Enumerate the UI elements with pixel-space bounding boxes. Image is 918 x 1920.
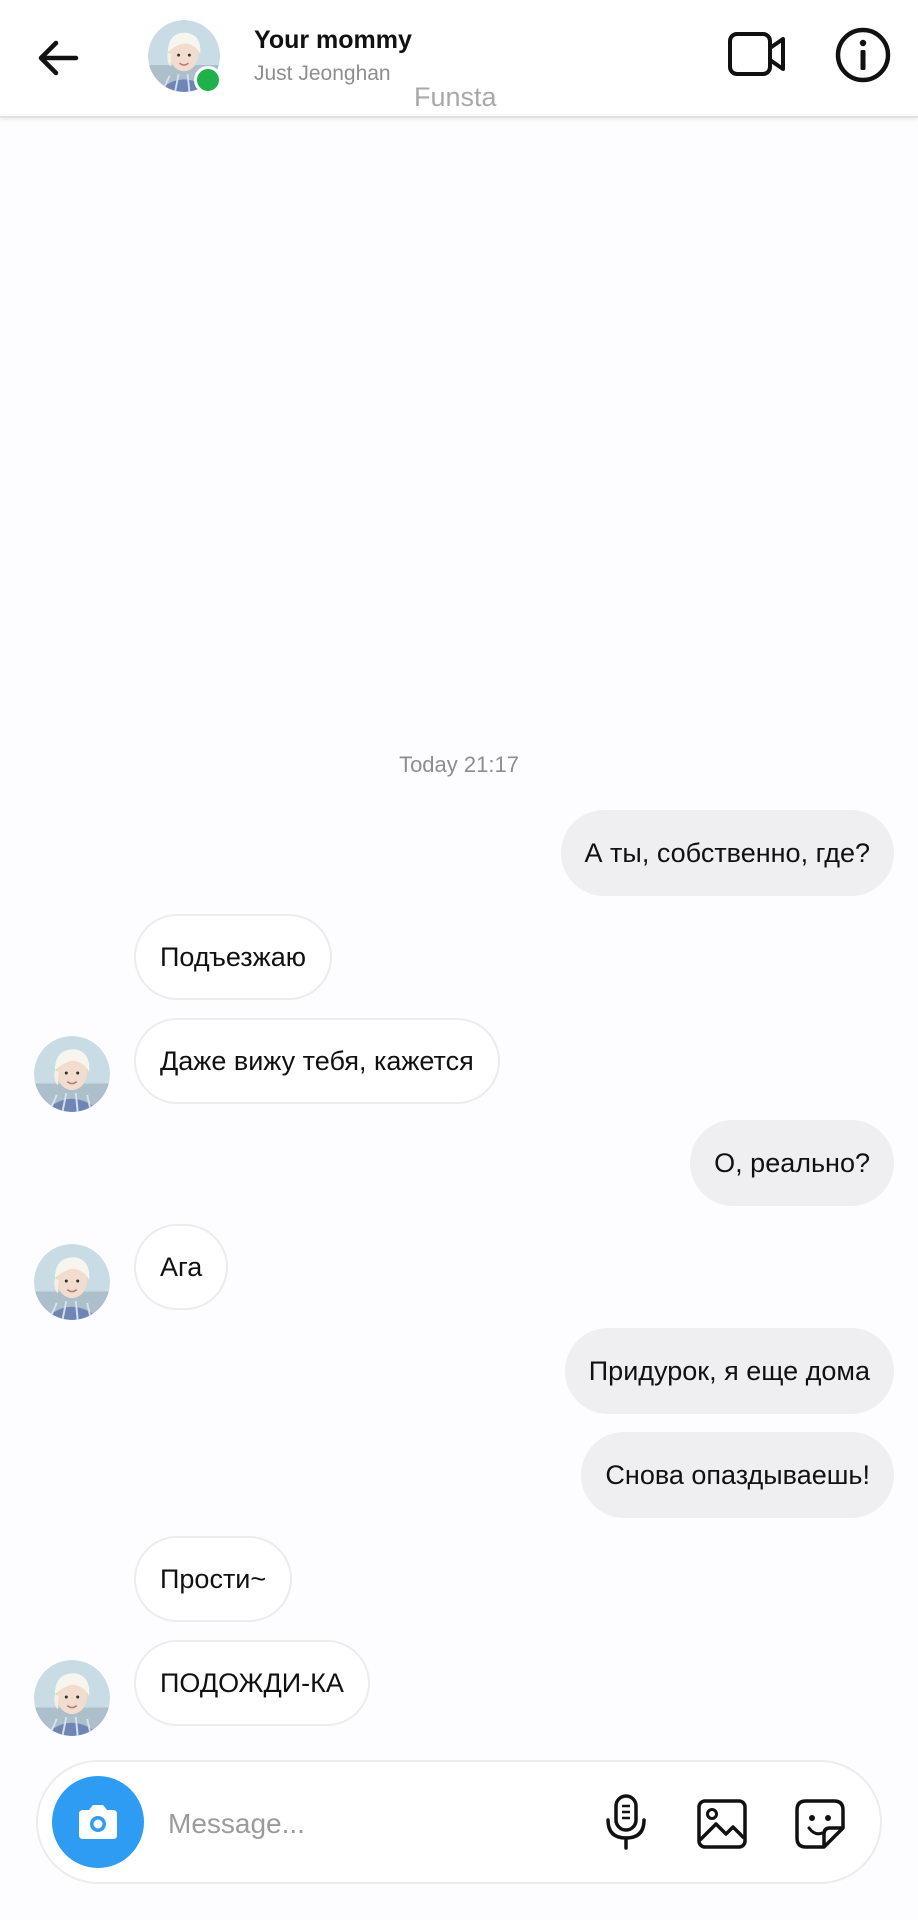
- info-button[interactable]: [834, 26, 892, 84]
- camera-button[interactable]: [52, 1776, 144, 1868]
- sender-avatar[interactable]: [34, 1244, 110, 1320]
- message-bubble-sent[interactable]: А ты, собственно, где?: [560, 810, 894, 896]
- camera-icon: [79, 1805, 117, 1839]
- video-call-button[interactable]: [726, 26, 788, 82]
- back-button[interactable]: [30, 30, 86, 86]
- voice-message-button[interactable]: [600, 1792, 652, 1854]
- message-bubble-received[interactable]: ПОДОЖДИ-КА: [134, 1640, 370, 1726]
- contact-name[interactable]: Your mommy: [254, 26, 412, 55]
- contact-username: Just Jeonghan: [254, 62, 391, 85]
- gallery-button[interactable]: [694, 1796, 750, 1852]
- info-icon: [835, 27, 891, 83]
- back-arrow-icon: [38, 40, 79, 76]
- message-bubble-received[interactable]: Прости~: [134, 1536, 293, 1622]
- message-bubble-received[interactable]: Подъезжаю: [134, 914, 332, 1000]
- message-bubble-received[interactable]: Даже вижу тебя, кажется: [134, 1018, 500, 1104]
- microphone-icon: [606, 1794, 646, 1850]
- message-bubble-received[interactable]: Ага: [134, 1224, 229, 1310]
- sender-avatar[interactable]: [34, 1036, 110, 1112]
- sticker-icon: [795, 1799, 845, 1849]
- message-composer: [36, 1760, 882, 1884]
- message-bubble-sent[interactable]: О, реально?: [690, 1120, 894, 1206]
- chat-timestamp: Today 21:17: [399, 752, 519, 777]
- sticker-button[interactable]: [792, 1796, 848, 1852]
- overlay-label: Funsta: [414, 82, 497, 112]
- gallery-icon: [697, 1799, 747, 1849]
- chat-header: Your mommy Just Jeonghan Funsta: [0, 0, 918, 118]
- video-call-icon: [728, 32, 785, 76]
- message-bubble-sent[interactable]: Снова опаздываешь!: [581, 1432, 894, 1518]
- sender-avatar[interactable]: [34, 1660, 110, 1736]
- message-input[interactable]: [166, 1796, 600, 1852]
- message-bubble-sent[interactable]: Придурок, я еще дома: [564, 1328, 894, 1414]
- online-status-indicator: [194, 66, 222, 94]
